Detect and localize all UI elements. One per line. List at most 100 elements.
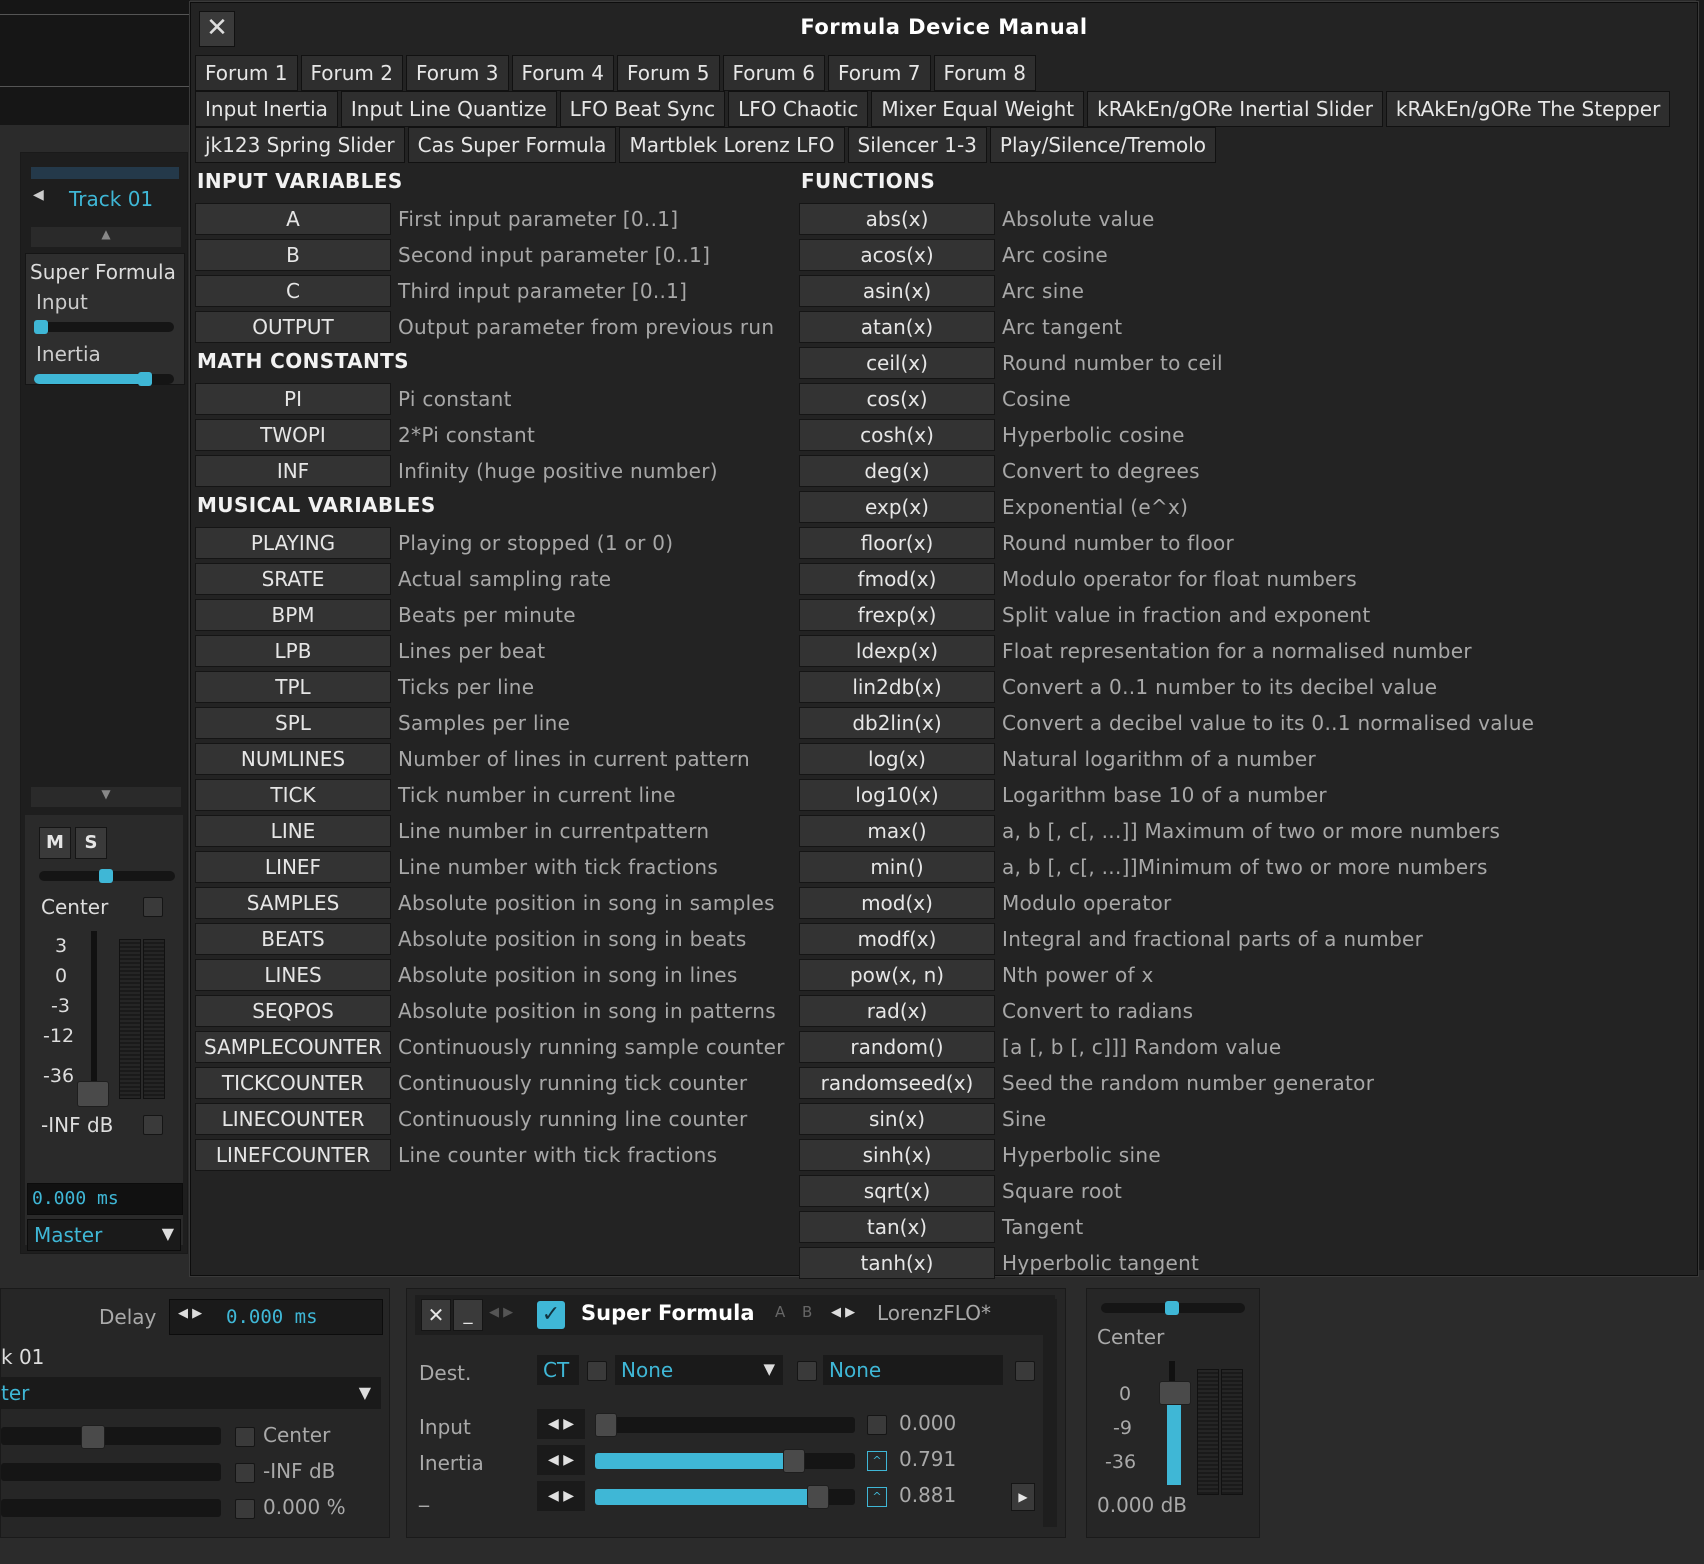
example-tab[interactable]: Forum 3 — [406, 55, 509, 91]
track-collapse-icon[interactable]: ◀ — [33, 187, 44, 203]
delay-input[interactable]: ◀ ▶ 0.000 ms — [169, 1299, 383, 1335]
device-enable-checkbox[interactable]: ✓ — [537, 1301, 565, 1329]
musical-variable-key[interactable]: BEATS — [195, 922, 391, 955]
function-key[interactable]: log(x) — [799, 742, 995, 775]
mute-button[interactable]: M — [39, 827, 71, 859]
musical-variable-key[interactable]: LPB — [195, 634, 391, 667]
volume-fader-track[interactable] — [91, 931, 97, 1101]
ab-compare-buttons[interactable]: A B — [775, 1303, 818, 1321]
function-key[interactable]: tan(x) — [799, 1210, 995, 1243]
function-key[interactable]: pow(x, n) — [799, 958, 995, 991]
input-variable-key[interactable]: A — [195, 202, 391, 235]
function-key[interactable]: modf(x) — [799, 922, 995, 955]
scroll-down-button[interactable]: ▼ — [31, 787, 181, 807]
device-close-button[interactable]: ✕ — [421, 1299, 451, 1331]
pan-checkbox[interactable] — [143, 897, 163, 917]
dest-field-2[interactable]: None — [823, 1355, 1003, 1385]
function-key[interactable]: acos(x) — [799, 238, 995, 271]
function-key[interactable]: exp(x) — [799, 490, 995, 523]
example-tab[interactable]: Input Line Quantize — [340, 91, 557, 127]
example-tab[interactable]: Forum 4 — [511, 55, 614, 91]
example-tab[interactable]: LFO Chaotic — [728, 91, 869, 127]
example-tab[interactable]: Forum 8 — [933, 55, 1036, 91]
width-slider[interactable] — [1, 1499, 221, 1517]
example-tab[interactable]: kRAkEn/gORe The Stepper — [1385, 91, 1671, 127]
function-key[interactable]: randomseed(x) — [799, 1066, 995, 1099]
inertia-arrows[interactable]: ◀ ▶ — [537, 1445, 585, 1475]
inertia-slider-knob[interactable] — [783, 1449, 805, 1473]
function-key[interactable]: mod(x) — [799, 886, 995, 919]
example-tab[interactable]: Input Inertia — [195, 91, 338, 127]
inertia-slider-knob[interactable] — [138, 372, 152, 386]
math-constant-key[interactable]: INF — [195, 454, 391, 487]
function-key[interactable]: abs(x) — [799, 202, 995, 235]
dest-checkbox-3[interactable] — [1015, 1361, 1035, 1381]
preset-arrows[interactable]: ◀ ▶ — [831, 1305, 855, 1320]
delay-arrows[interactable]: ◀ ▶ — [178, 1306, 202, 1321]
example-tab[interactable]: Forum 1 — [195, 55, 298, 91]
device-scrollbar[interactable] — [1043, 1299, 1057, 1527]
example-tab[interactable]: Forum 5 — [617, 55, 720, 91]
function-key[interactable]: asin(x) — [799, 274, 995, 307]
input-variable-key[interactable]: B — [195, 238, 391, 271]
musical-variable-key[interactable]: SAMPLECOUNTER — [195, 1030, 391, 1063]
pan-checkbox[interactable] — [235, 1427, 255, 1447]
musical-variable-key[interactable]: PLAYING — [195, 526, 391, 559]
example-tab[interactable]: Cas Super Formula — [407, 127, 617, 163]
musical-variable-key[interactable]: SAMPLES — [195, 886, 391, 919]
function-key[interactable]: ldexp(x) — [799, 634, 995, 667]
inertia-slider[interactable] — [595, 1453, 855, 1469]
input-arrows[interactable]: ◀ ▶ — [537, 1409, 585, 1439]
input-variable-key[interactable]: C — [195, 274, 391, 307]
musical-variable-key[interactable]: SEQPOS — [195, 994, 391, 1027]
inertia-automation-icon[interactable]: ^ — [867, 1451, 887, 1471]
example-tab[interactable]: Play/Silence/Tremolo — [989, 127, 1217, 163]
math-constant-key[interactable]: PI — [195, 382, 391, 415]
input-slider[interactable] — [34, 322, 174, 332]
master-fader-knob[interactable] — [1159, 1381, 1191, 1405]
third-param-arrows[interactable]: ◀ ▶ — [537, 1481, 585, 1511]
function-key[interactable]: cos(x) — [799, 382, 995, 415]
musical-variable-key[interactable]: TPL — [195, 670, 391, 703]
example-tab[interactable]: LFO Beat Sync — [559, 91, 726, 127]
preset-name[interactable]: LorenzFLO* — [877, 1301, 991, 1325]
routing-dropdown[interactable]: ter ▼ — [1, 1377, 381, 1409]
musical-variable-key[interactable]: LINES — [195, 958, 391, 991]
function-key[interactable]: random() — [799, 1030, 995, 1063]
musical-variable-key[interactable]: TICKCOUNTER — [195, 1066, 391, 1099]
dest-ct-field[interactable]: CT — [537, 1355, 579, 1385]
volume-checkbox[interactable] — [143, 1115, 163, 1135]
example-tab[interactable]: Forum 2 — [300, 55, 403, 91]
scroll-up-button[interactable]: ▲ — [31, 227, 181, 247]
function-key[interactable]: floor(x) — [799, 526, 995, 559]
volume-slider[interactable] — [1, 1463, 221, 1481]
third-param-slider-knob[interactable] — [807, 1485, 829, 1509]
musical-variable-key[interactable]: LINECOUNTER — [195, 1102, 391, 1135]
volume-checkbox[interactable] — [235, 1463, 255, 1483]
function-key[interactable]: tanh(x) — [799, 1246, 995, 1279]
function-key[interactable]: deg(x) — [799, 454, 995, 487]
width-checkbox[interactable] — [235, 1499, 255, 1519]
function-key[interactable]: max() — [799, 814, 995, 847]
device-move-arrows[interactable]: ◀ ▶ — [489, 1305, 513, 1320]
input-automation-checkbox[interactable] — [867, 1415, 887, 1435]
routing-dropdown[interactable]: Master ▼ — [27, 1219, 181, 1251]
function-key[interactable]: ceil(x) — [799, 346, 995, 379]
example-tab[interactable]: Mixer Equal Weight — [871, 91, 1085, 127]
example-tab[interactable]: Forum 6 — [722, 55, 825, 91]
master-pan-knob[interactable] — [1165, 1301, 1179, 1315]
pan-slider-knob[interactable] — [99, 869, 113, 883]
function-key[interactable]: sin(x) — [799, 1102, 995, 1135]
musical-variable-key[interactable]: TICK — [195, 778, 391, 811]
dest-checkbox-2[interactable] — [797, 1361, 817, 1381]
musical-variable-key[interactable]: LINE — [195, 814, 391, 847]
example-tab[interactable]: jk123 Spring Slider — [195, 127, 405, 163]
dest-checkbox-1[interactable] — [587, 1361, 607, 1381]
input-slider[interactable] — [595, 1417, 855, 1433]
musical-variable-key[interactable]: LINEFCOUNTER — [195, 1138, 391, 1171]
example-tab[interactable]: Forum 7 — [828, 55, 931, 91]
solo-button[interactable]: S — [75, 827, 107, 859]
musical-variable-key[interactable]: SRATE — [195, 562, 391, 595]
function-key[interactable]: sqrt(x) — [799, 1174, 995, 1207]
third-param-automation-icon[interactable]: ^ — [867, 1487, 887, 1507]
